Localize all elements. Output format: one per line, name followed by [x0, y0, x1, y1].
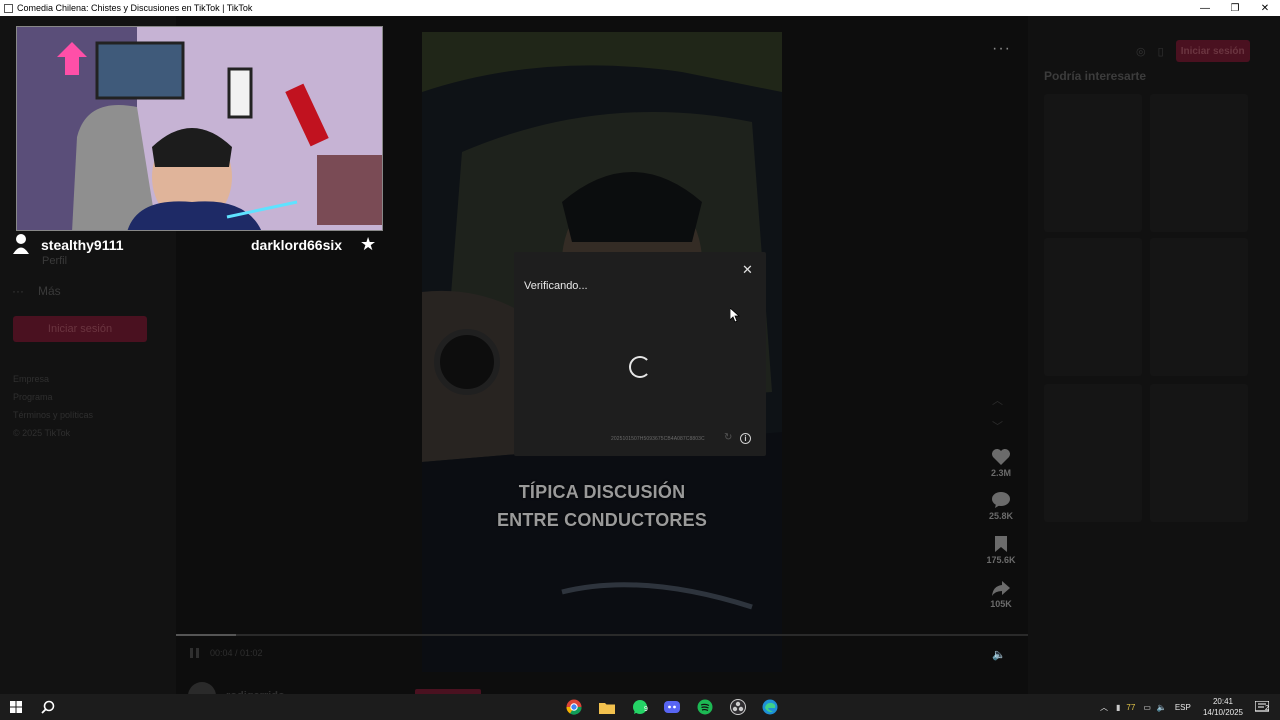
whatsapp-icon[interactable]: 9 — [630, 697, 650, 717]
video-progress-bar[interactable] — [176, 634, 1028, 636]
verification-modal: ✕ Verificando... 2025101507H5093675CB4A0… — [514, 252, 766, 456]
next-video-icon[interactable]: ﹀ — [992, 418, 1003, 434]
window-titlebar: Comedia Chilena: Chistes y Discusiones e… — [0, 0, 1280, 16]
phone-icon[interactable]: ▯ — [1158, 45, 1164, 58]
obs-icon[interactable] — [728, 697, 748, 717]
bookmark-button[interactable]: 175.6K — [982, 535, 1020, 565]
video-time: 00:04 / 01:02 — [210, 648, 263, 658]
system-tray: ︿ ▮ 77 ▭ 🔈 ESP — [1100, 694, 1191, 720]
webcam-feed — [17, 27, 382, 230]
comment-icon — [992, 492, 1010, 508]
screen: Comedia Chilena: Chistes y Discusiones e… — [0, 0, 1280, 720]
share-button[interactable]: 105K — [982, 579, 1020, 609]
suggestions-title: Podría interesarte — [1044, 69, 1147, 83]
heart-icon — [992, 449, 1010, 465]
start-windows-icon[interactable] — [6, 697, 26, 717]
streamer-nameplate: stealthy9111 darklord66six ★ — [0, 231, 384, 258]
sidebar-item-profile[interactable]: Perfil — [42, 255, 67, 267]
suggestion-thumbnail[interactable] — [1150, 384, 1248, 522]
author-avatar[interactable] — [188, 682, 216, 694]
more-options-icon[interactable]: ··· — [992, 40, 1011, 58]
compass-icon[interactable]: ◎ — [1136, 45, 1146, 58]
more-dots-icon: ··· — [12, 284, 24, 298]
taskbar-clock[interactable]: 20:41 14/10/2025 — [1200, 696, 1246, 718]
gpu-icon[interactable]: ▮ — [1116, 703, 1120, 712]
modal-close-button[interactable]: ✕ — [742, 262, 753, 278]
author-row: rodigarrido — [188, 682, 481, 694]
speaker-icon[interactable]: 🔈 — [1157, 703, 1167, 712]
top-icons: ◎ ▯ Iniciar sesión — [1136, 40, 1250, 62]
search-icon[interactable] — [38, 697, 58, 717]
clock-time: 20:41 — [1212, 697, 1234, 706]
like-button[interactable]: 2.3M — [982, 448, 1020, 478]
partner-name: darklord66six — [251, 237, 343, 253]
person-icon — [13, 234, 29, 254]
mouse-cursor-icon — [730, 308, 740, 323]
suggestion-thumbnail[interactable] — [1044, 384, 1142, 522]
file-explorer-icon[interactable] — [597, 697, 617, 717]
clock-date: 14/10/2025 — [1202, 708, 1244, 717]
discord-icon[interactable] — [662, 697, 682, 717]
streamer-name: stealthy9111 — [41, 237, 124, 253]
minimize-button[interactable]: — — [1190, 3, 1220, 14]
star-icon: ★ — [360, 234, 377, 254]
verification-code: 2025101507H5093675CB4A087C8803C — [611, 436, 705, 442]
bookmark-count: 175.6K — [986, 555, 1016, 565]
video-caption-line-2: ENTRE CONDUCTORES — [496, 510, 708, 530]
suggestion-thumbnail[interactable] — [1150, 238, 1248, 376]
right-column: ◎ ▯ Iniciar sesión Podría interesarte — [1028, 16, 1280, 694]
footer-link-programa[interactable]: Programa — [13, 388, 93, 406]
share-icon — [992, 581, 1010, 596]
previous-video-icon[interactable]: ︿ — [992, 392, 1003, 408]
chrome-icon[interactable] — [564, 697, 584, 717]
comment-button[interactable]: 25.8K — [982, 491, 1020, 521]
volume-icon[interactable]: 🔈 — [992, 648, 1006, 661]
close-window-button[interactable]: ✕ — [1250, 3, 1280, 14]
spotify-icon[interactable] — [695, 697, 715, 717]
window-title: Comedia Chilena: Chistes y Discusiones e… — [17, 3, 253, 13]
loading-spinner-icon — [629, 356, 651, 378]
suggestion-thumbnail[interactable] — [1150, 94, 1248, 232]
notifications-count: 2 — [1265, 705, 1269, 712]
edge-icon[interactable] — [760, 697, 780, 717]
video-progress-fill — [176, 634, 236, 636]
suggestion-thumbnail[interactable] — [1044, 94, 1142, 232]
header-login-button[interactable]: Iniciar sesión — [1175, 40, 1250, 62]
suggestion-thumbnail[interactable] — [1044, 238, 1142, 376]
modal-title: Verificando... — [524, 280, 588, 292]
sidebar-login-button[interactable]: Iniciar sesión — [13, 316, 147, 342]
maximize-button[interactable]: ❐ — [1220, 3, 1250, 14]
notifications-icon[interactable]: 2 — [1252, 697, 1272, 717]
language-indicator[interactable]: ESP — [1175, 703, 1191, 712]
app-icon — [4, 3, 13, 13]
footer-link-empresa[interactable]: Empresa — [13, 370, 93, 388]
footer-link-terminos[interactable]: Términos y políticas — [13, 406, 93, 424]
info-icon[interactable]: i — [740, 433, 751, 444]
video-controls: 00:04 / 01:02 — [190, 648, 263, 658]
comment-count: 25.8K — [988, 511, 1014, 521]
footer-links: Empresa Programa Términos y políticas © … — [13, 370, 93, 442]
like-count: 2.3M — [990, 468, 1011, 478]
whatsapp-badge: 9 — [644, 706, 648, 713]
pause-icon[interactable] — [190, 648, 200, 658]
refresh-icon[interactable]: ↻ — [724, 432, 732, 443]
network-icon[interactable]: ▭ — [1143, 703, 1151, 712]
share-count: 105K — [990, 599, 1012, 609]
bookmark-icon — [995, 536, 1007, 552]
sidebar-item-more[interactable]: ··· Más — [12, 284, 61, 298]
sidebar-item-more-label: Más — [38, 284, 61, 298]
video-caption-line-1: TÍPICA DISCUSIÓN — [518, 482, 686, 502]
chevron-up-icon[interactable]: ︿ — [1100, 702, 1108, 713]
footer-copyright: © 2025 TikTok — [13, 428, 71, 438]
webcam-overlay — [16, 26, 383, 231]
gpu-temp: 77 — [1126, 702, 1136, 712]
taskbar: 9 ︿ ▮ 77 ▭ 🔈 ESP 20:41 14/10/2025 2 — [0, 694, 1280, 720]
